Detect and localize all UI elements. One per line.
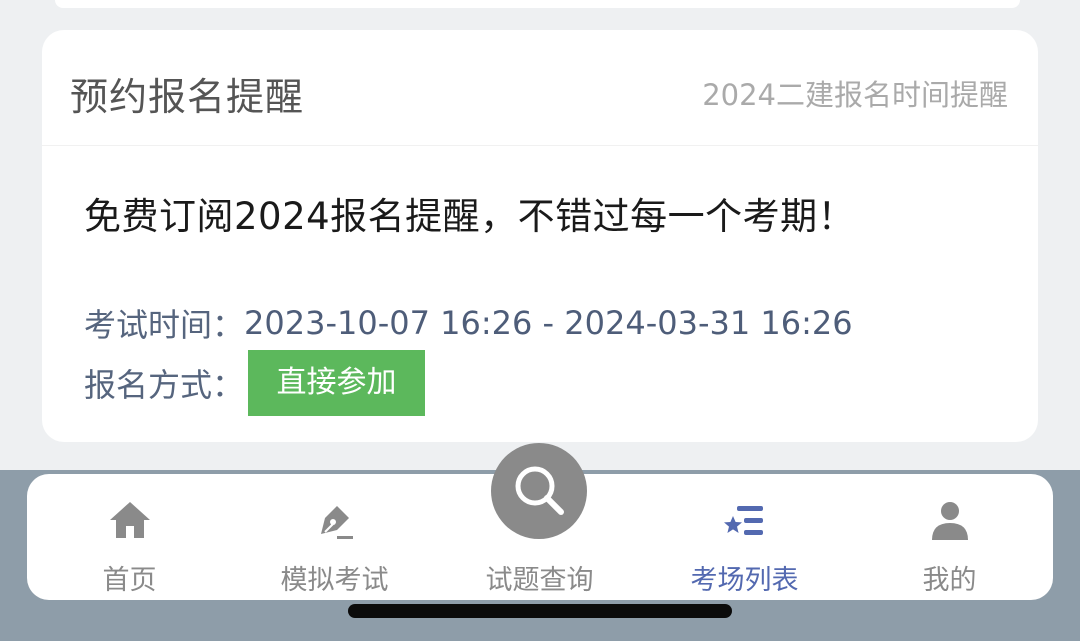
tab-mock-exam[interactable]: 模拟考试 (232, 474, 437, 600)
home-icon (109, 502, 150, 538)
card-title: 预约报名提醒 (70, 75, 305, 119)
pen-icon (320, 506, 353, 539)
registration-method-label: 报名方式： (84, 366, 245, 404)
tab-mine[interactable]: 我的 (847, 474, 1052, 600)
previous-card-edge (55, 0, 1020, 8)
exam-time-value: 2023-10-07 16:26 - 2024-03-31 16:26 (244, 304, 853, 342)
user-icon (931, 502, 968, 540)
star-list-icon (723, 506, 763, 535)
exam-time-row: 考试时间： 2023-10-07 16:26 - 2024-03-31 16:2… (84, 300, 853, 346)
subscribe-headline: 免费订阅2024报名提醒，不错过每一个考期！ (84, 195, 856, 238)
tab-mock-exam-label: 模拟考试 (280, 565, 389, 596)
home-indicator[interactable] (348, 604, 732, 618)
search-icon (515, 466, 564, 515)
tab-home-label: 首页 (102, 565, 157, 596)
tab-exam-sites-label: 考场列表 (690, 565, 799, 596)
card-subtitle[interactable]: 2024二建报名时间提醒 (702, 72, 1008, 114)
tab-mine-label: 我的 (922, 565, 977, 596)
tab-question-search-label: 试题查询 (485, 565, 594, 596)
tab-exam-sites[interactable]: 考场列表 (642, 474, 847, 600)
join-directly-button[interactable]: 直接参加 (248, 350, 426, 416)
exam-time-label: 考试时间： (84, 306, 245, 344)
card-header: 预约报名提醒 2024二建报名时间提醒 (42, 30, 1038, 146)
registration-method-row: 报名方式： 直接参加 (84, 350, 426, 416)
search-fab-button[interactable] (491, 443, 587, 539)
registration-reminder-card: 预约报名提醒 2024二建报名时间提醒 免费订阅2024报名提醒，不错过每一个考… (42, 30, 1038, 442)
tab-home[interactable]: 首页 (27, 474, 232, 600)
